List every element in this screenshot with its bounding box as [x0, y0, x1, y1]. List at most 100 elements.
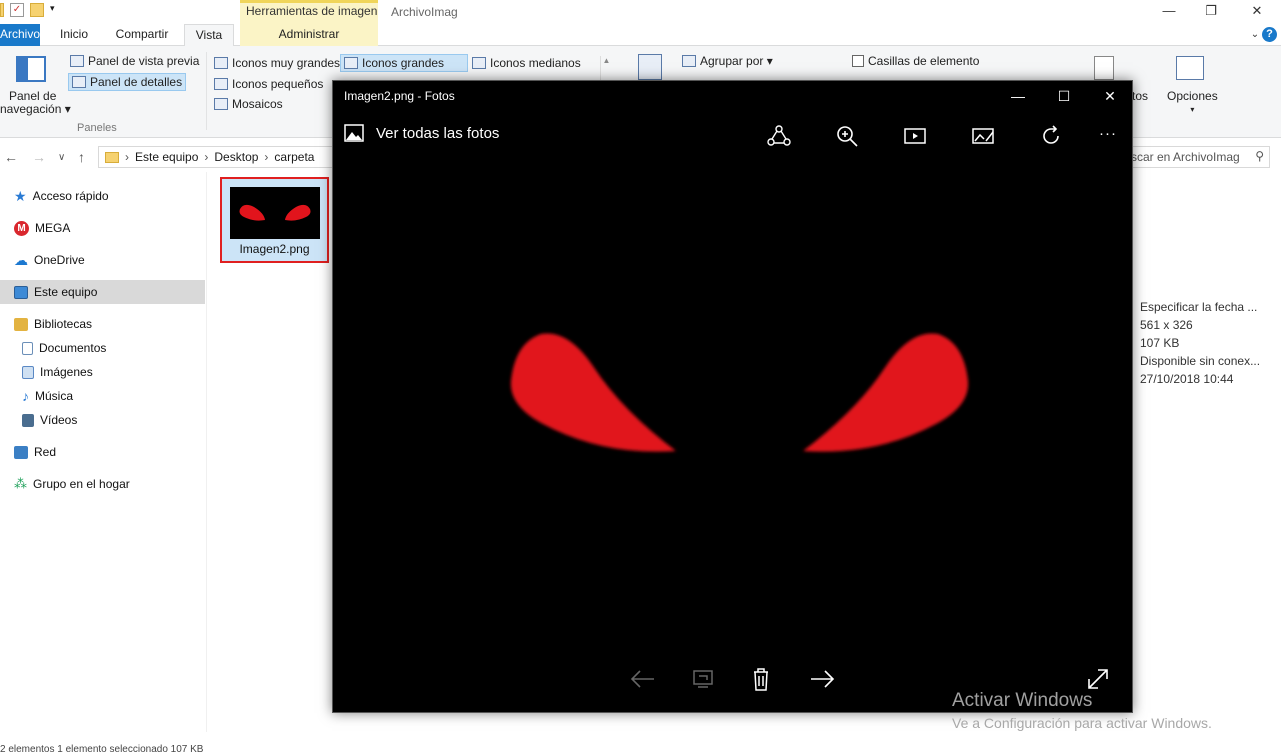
photos-maximize-button[interactable]: ☐ [1041, 81, 1087, 111]
tab-compartir[interactable]: Compartir [114, 24, 170, 46]
extra-large-icons-icon [214, 57, 228, 69]
qat-dropdown-icon[interactable]: ▾ [50, 3, 64, 17]
folder-icon [105, 151, 119, 163]
sort-by-button[interactable] [638, 54, 662, 80]
context-tab-header: Herramientas de imagen [240, 0, 378, 24]
detail-modified: 27/10/2018 10:44 [1140, 372, 1234, 386]
preview-pane-button[interactable]: Panel de vista previa [70, 54, 199, 68]
share-icon[interactable] [766, 123, 792, 149]
chevron-right-icon[interactable]: › [125, 150, 129, 164]
rotate-icon[interactable] [1038, 123, 1064, 149]
sidebar-item-label: Imágenes [40, 365, 93, 379]
nav-pane-button[interactable]: Panel de navegación ▾ [0, 90, 71, 116]
close-button[interactable]: ✕ [1234, 0, 1280, 24]
activation-watermark-text: Ve a Configuración para activar Windows. [952, 715, 1212, 731]
photos-close-button[interactable]: ✕ [1087, 81, 1133, 111]
group-by-button[interactable]: Agrupar por ▾ [682, 54, 773, 68]
sidebar-item-imagenes[interactable]: Imágenes [22, 360, 93, 384]
item-checkboxes-toggle[interactable]: Casillas de elemento [852, 54, 979, 68]
group-by-label: Agrupar por ▾ [700, 54, 773, 68]
layout-medium[interactable]: Iconos medianos [472, 56, 581, 70]
folder-small-icon[interactable] [0, 3, 4, 17]
details-pane-button[interactable]: Panel de detalles [68, 73, 187, 91]
breadcrumb-este-equipo[interactable]: Este equipo [135, 150, 198, 164]
photos-toolbar: Ver todas las fotos ··· [333, 111, 1132, 161]
status-text: 2 elementos 1 elemento seleccionado 107 … [0, 744, 204, 754]
layout-label: Mosaicos [232, 97, 283, 111]
fullscreen-icon[interactable] [1083, 666, 1113, 692]
minimize-button[interactable]: — [1146, 0, 1192, 24]
photo-image [510, 333, 969, 452]
partial-ribbon-label: tos [1132, 89, 1149, 103]
help-icon[interactable]: ? [1262, 27, 1277, 42]
sort-icon [638, 54, 662, 80]
recent-locations-icon[interactable]: ∨ [58, 152, 65, 163]
more-options-icon[interactable]: ··· [1099, 125, 1117, 142]
compare-icon[interactable] [688, 666, 718, 692]
tab-vista[interactable]: Vista [184, 24, 234, 47]
details-pane-icon [72, 76, 86, 88]
edit-icon[interactable] [970, 123, 996, 149]
up-arrow-icon[interactable]: ↑ [78, 149, 85, 165]
detail-date[interactable]: Especificar la fecha ... [1140, 298, 1260, 316]
sidebar-item-musica[interactable]: ♪ Música [22, 384, 73, 408]
new-folder-icon[interactable] [30, 3, 44, 17]
photo-gallery-icon [344, 124, 364, 142]
layout-extra-large[interactable]: Iconos muy grandes [214, 56, 340, 70]
detail-availability: Disponible sin conex... [1140, 354, 1261, 368]
sidebar-item-label: Bibliotecas [34, 317, 93, 331]
preview-pane-label: Panel de vista previa [88, 54, 200, 68]
tab-inicio[interactable]: Inicio [58, 24, 90, 46]
sidebar-item-red[interactable]: Red [14, 440, 56, 464]
forward-arrow-icon[interactable]: → [32, 149, 46, 165]
layout-label: Iconos pequeños [232, 77, 324, 91]
file-item[interactable]: Imagen2.png [220, 177, 329, 263]
previous-icon[interactable] [628, 666, 658, 692]
sidebar-item-label: Documentos [39, 341, 107, 355]
properties-icon[interactable]: ✓ [10, 3, 24, 17]
sidebar-item-acceso-rapido[interactable]: ★ Acceso rápido [14, 184, 109, 208]
see-all-photos-button[interactable]: Ver todas las fotos [344, 124, 499, 142]
hide-items-icon[interactable] [1094, 56, 1114, 80]
chevron-right-icon[interactable]: › [204, 150, 208, 164]
tab-archivo[interactable]: Archivo [0, 24, 40, 46]
sidebar-item-grupo-hogar[interactable]: ⁂ Grupo en el hogar [14, 472, 130, 496]
next-icon[interactable] [807, 666, 837, 692]
restore-button[interactable]: ❐ [1188, 0, 1234, 24]
tab-administrar[interactable]: Administrar [240, 24, 378, 46]
sidebar-item-label: Este equipo [34, 285, 98, 299]
sidebar-item-documentos[interactable]: Documentos [22, 336, 106, 360]
mega-icon: M [14, 220, 29, 236]
layout-large[interactable]: Iconos grandes [340, 54, 468, 72]
back-arrow-icon[interactable]: ← [4, 149, 18, 165]
photos-window: Imagen2.png - Fotos — ☐ ✕ Ver todas las … [332, 80, 1133, 713]
detail-dimensions: 561 x 326 [1140, 318, 1193, 332]
pane-divider[interactable] [206, 172, 207, 732]
details-pane-label: Panel de detalles [90, 75, 183, 89]
layout-small[interactable]: Iconos pequeños [214, 77, 323, 91]
slideshow-icon[interactable] [902, 123, 928, 149]
status-bar: 2 elementos 1 elemento seleccionado 107 … [0, 744, 1281, 754]
image-icon [22, 365, 34, 379]
sidebar-item-bibliotecas[interactable]: Bibliotecas [14, 312, 92, 336]
sidebar-item-videos[interactable]: Vídeos [22, 408, 77, 432]
chevron-right-icon[interactable]: › [264, 150, 268, 164]
sidebar-item-mega[interactable]: M MEGA [14, 216, 70, 240]
options-button[interactable]: Opciones ▾ [1167, 90, 1218, 116]
sidebar-item-label: Vídeos [40, 413, 78, 427]
layout-tiles[interactable]: Mosaicos [214, 97, 283, 111]
photos-minimize-button[interactable]: — [995, 81, 1041, 111]
checkbox-icon[interactable] [852, 55, 864, 67]
layout-label: Iconos medianos [490, 56, 581, 70]
breadcrumb-carpeta[interactable]: carpeta [274, 150, 314, 164]
file-name: Imagen2.png [239, 242, 310, 256]
sidebar-item-onedrive[interactable]: ☁ OneDrive [14, 248, 85, 272]
sidebar-item-este-equipo[interactable]: Este equipo [0, 280, 205, 304]
breadcrumb-desktop[interactable]: Desktop [214, 150, 258, 164]
sidebar-item-label: MEGA [35, 221, 71, 235]
search-input[interactable]: scar en ArchivoImag ⚲ [1124, 146, 1270, 168]
zoom-icon[interactable] [834, 123, 860, 149]
delete-icon[interactable] [746, 666, 776, 692]
photos-title: Imagen2.png - Fotos [344, 89, 455, 103]
explorer-titlebar: ✓ ▾ Herramientas de imagen ArchivoImag —… [0, 0, 1281, 24]
